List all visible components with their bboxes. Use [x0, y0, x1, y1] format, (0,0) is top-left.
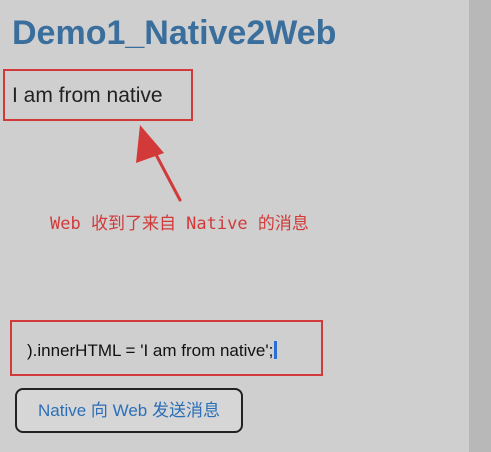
annotation-label: Web 收到了来自 Native 的消息 — [50, 214, 309, 234]
red-arrow-icon — [136, 125, 182, 202]
received-message-text: I am from native — [12, 84, 163, 107]
code-input-value: ).innerHTML = 'I am from native'; — [27, 341, 274, 360]
page-title: Demo1_Native2Web — [12, 14, 337, 52]
side-strip — [469, 0, 491, 452]
code-input-field[interactable]: ).innerHTML = 'I am from native'; — [27, 340, 278, 362]
text-cursor — [274, 341, 278, 359]
send-to-web-button[interactable]: Native 向 Web 发送消息 — [15, 388, 243, 433]
